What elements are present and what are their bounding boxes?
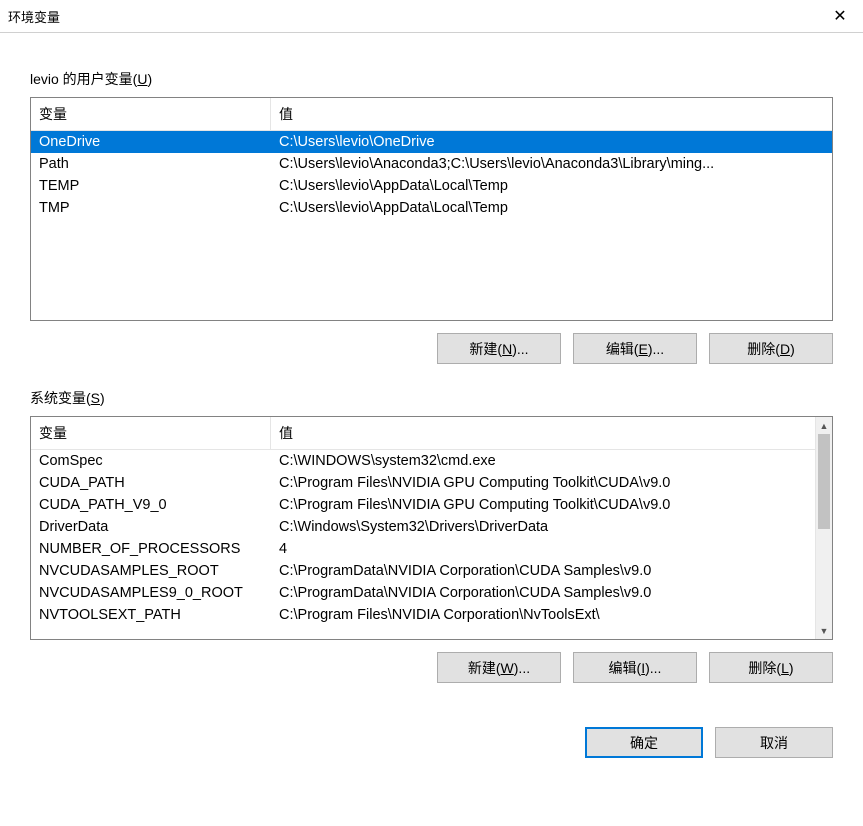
- var-name-cell: CUDA_PATH: [31, 472, 271, 494]
- table-row[interactable]: DriverDataC:\Windows\System32\Drivers\Dr…: [31, 516, 815, 538]
- user-delete-button[interactable]: 删除(D): [709, 333, 833, 364]
- table-row[interactable]: PathC:\Users\levio\Anaconda3;C:\Users\le…: [31, 153, 832, 175]
- system-vars-listbox[interactable]: 变量 值 ComSpecC:\WINDOWS\system32\cmd.exeC…: [30, 416, 833, 640]
- var-name-cell: NUMBER_OF_PROCESSORS: [31, 538, 271, 560]
- var-value-cell: C:\Users\levio\AppData\Local\Temp: [271, 197, 832, 219]
- system-delete-button[interactable]: 删除(L): [709, 652, 833, 683]
- user-vars-buttons: 新建(N)... 编辑(E)... 删除(D): [30, 333, 833, 364]
- var-name-cell: OneDrive: [31, 131, 271, 153]
- user-new-button[interactable]: 新建(N)...: [437, 333, 561, 364]
- scroll-down-icon[interactable]: ▼: [816, 622, 832, 639]
- user-edit-button[interactable]: 编辑(E)...: [573, 333, 697, 364]
- var-value-cell: C:\ProgramData\NVIDIA Corporation\CUDA S…: [271, 582, 815, 604]
- system-scrollbar[interactable]: ▲ ▼: [815, 417, 832, 639]
- user-header-value[interactable]: 值: [271, 98, 832, 130]
- var-name-cell: NVCUDASAMPLES9_0_ROOT: [31, 582, 271, 604]
- table-row[interactable]: TEMPC:\Users\levio\AppData\Local\Temp: [31, 175, 832, 197]
- table-row[interactable]: NVTOOLSEXT_PATHC:\Program Files\NVIDIA C…: [31, 604, 815, 626]
- dialog-buttons: 确定 取消: [0, 709, 863, 760]
- close-button[interactable]: ✕: [817, 0, 863, 32]
- var-value-cell: C:\Program Files\NVIDIA GPU Computing To…: [271, 494, 815, 516]
- system-edit-button[interactable]: 编辑(I)...: [573, 652, 697, 683]
- system-new-button[interactable]: 新建(W)...: [437, 652, 561, 683]
- var-value-cell: C:\Program Files\NVIDIA GPU Computing To…: [271, 472, 815, 494]
- cancel-button[interactable]: 取消: [715, 727, 833, 758]
- user-vars-listbox[interactable]: 变量 值 OneDriveC:\Users\levio\OneDrivePath…: [30, 97, 833, 321]
- table-row[interactable]: OneDriveC:\Users\levio\OneDrive: [31, 131, 832, 153]
- var-name-cell: ComSpec: [31, 450, 271, 472]
- user-vars-header: 变量 值: [31, 98, 832, 131]
- system-header-variable[interactable]: 变量: [31, 417, 271, 449]
- var-name-cell: DriverData: [31, 516, 271, 538]
- close-icon: ✕: [833, 6, 846, 26]
- system-vars-label: 系统变量(S): [30, 388, 833, 408]
- user-header-variable[interactable]: 变量: [31, 98, 271, 130]
- scroll-up-icon[interactable]: ▲: [816, 417, 832, 434]
- var-value-cell: C:\Users\levio\OneDrive: [271, 131, 832, 153]
- system-vars-buttons: 新建(W)... 编辑(I)... 删除(L): [30, 652, 833, 683]
- window-title: 环境变量: [8, 7, 60, 26]
- var-name-cell: CUDA_PATH_V9_0: [31, 494, 271, 516]
- var-value-cell: C:\ProgramData\NVIDIA Corporation\CUDA S…: [271, 560, 815, 582]
- var-value-cell: C:\Users\levio\AppData\Local\Temp: [271, 175, 832, 197]
- table-row[interactable]: CUDA_PATH_V9_0C:\Program Files\NVIDIA GP…: [31, 494, 815, 516]
- var-name-cell: NVCUDASAMPLES_ROOT: [31, 560, 271, 582]
- user-vars-label: levio 的用户变量(U): [30, 69, 833, 89]
- scroll-track[interactable]: [816, 434, 832, 622]
- var-value-cell: C:\Windows\System32\Drivers\DriverData: [271, 516, 815, 538]
- system-header-value[interactable]: 值: [271, 417, 815, 449]
- content-area: levio 的用户变量(U) 变量 值 OneDriveC:\Users\lev…: [0, 33, 863, 703]
- var-value-cell: C:\Users\levio\Anaconda3;C:\Users\levio\…: [271, 153, 832, 175]
- var-name-cell: Path: [31, 153, 271, 175]
- titlebar: 环境变量 ✕: [0, 0, 863, 32]
- system-vars-header: 变量 值: [31, 417, 815, 450]
- table-row[interactable]: NUMBER_OF_PROCESSORS4: [31, 538, 815, 560]
- var-value-cell: C:\WINDOWS\system32\cmd.exe: [271, 450, 815, 472]
- table-row[interactable]: CUDA_PATHC:\Program Files\NVIDIA GPU Com…: [31, 472, 815, 494]
- var-name-cell: TEMP: [31, 175, 271, 197]
- var-value-cell: 4: [271, 538, 815, 560]
- table-row[interactable]: TMPC:\Users\levio\AppData\Local\Temp: [31, 197, 832, 219]
- system-vars-rows: ComSpecC:\WINDOWS\system32\cmd.exeCUDA_P…: [31, 450, 815, 626]
- var-name-cell: TMP: [31, 197, 271, 219]
- table-row[interactable]: NVCUDASAMPLES9_0_ROOTC:\ProgramData\NVID…: [31, 582, 815, 604]
- table-row[interactable]: ComSpecC:\WINDOWS\system32\cmd.exe: [31, 450, 815, 472]
- var-value-cell: C:\Program Files\NVIDIA Corporation\NvTo…: [271, 604, 815, 626]
- ok-button[interactable]: 确定: [585, 727, 703, 758]
- table-row[interactable]: NVCUDASAMPLES_ROOTC:\ProgramData\NVIDIA …: [31, 560, 815, 582]
- user-vars-rows: OneDriveC:\Users\levio\OneDrivePathC:\Us…: [31, 131, 832, 219]
- var-name-cell: NVTOOLSEXT_PATH: [31, 604, 271, 626]
- scroll-thumb[interactable]: [818, 434, 830, 529]
